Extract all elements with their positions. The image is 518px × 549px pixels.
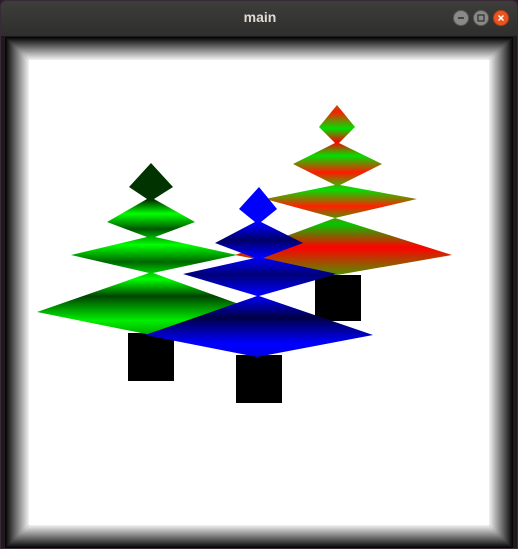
window-title: main	[243, 9, 277, 25]
tree-red-green-trunk	[315, 275, 361, 321]
frame-bevel-left	[5, 37, 29, 548]
app-window: main	[0, 0, 518, 549]
tree-blue-trunk	[236, 355, 282, 403]
minimize-icon	[458, 17, 464, 19]
title-bar[interactable]: main	[1, 1, 517, 37]
frame-bevel-top	[5, 37, 513, 60]
scene-canvas	[5, 37, 513, 548]
render-viewport[interactable]	[5, 37, 513, 548]
minimize-button[interactable]	[453, 10, 469, 26]
maximize-button[interactable]	[473, 10, 489, 26]
frame-bevel-right	[489, 37, 513, 548]
close-icon	[497, 14, 505, 22]
maximize-icon	[477, 14, 485, 22]
close-button[interactable]	[493, 10, 509, 26]
frame-bevel-bottom	[5, 525, 513, 548]
tree-green-trunk	[128, 333, 174, 381]
